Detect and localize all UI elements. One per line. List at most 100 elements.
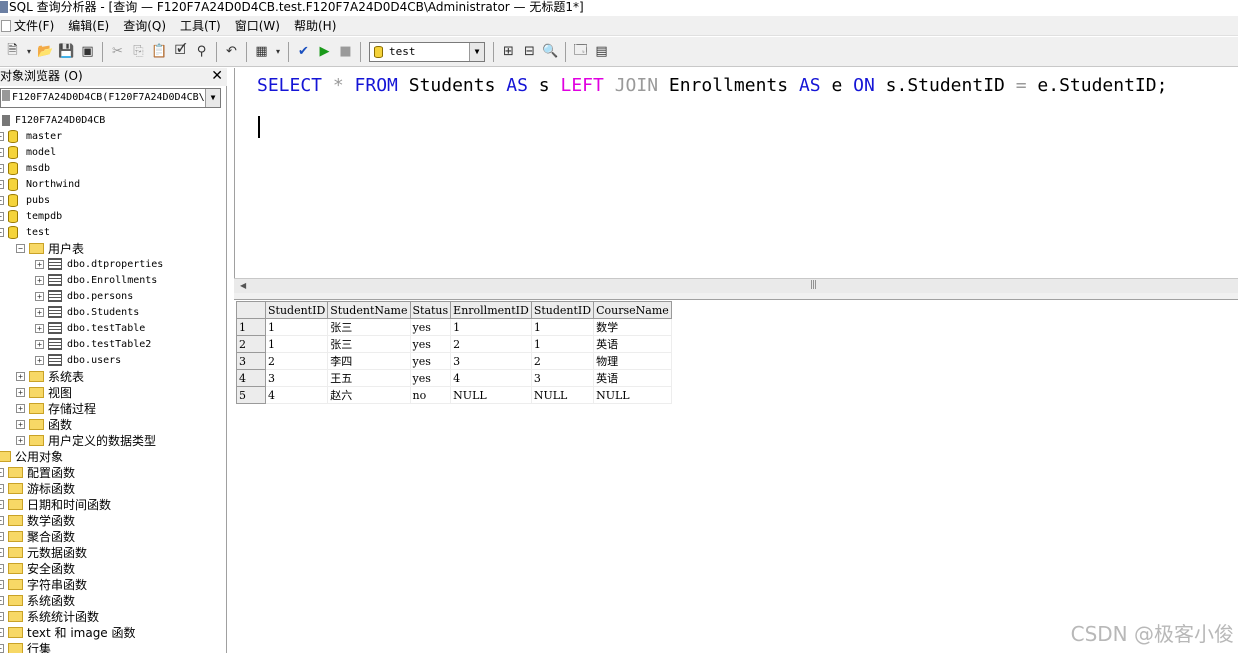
tree-table-enrollments[interactable]: + dbo.Enrollments <box>35 272 157 288</box>
expand-icon[interactable]: + <box>35 291 44 301</box>
tree-db-northwind[interactable]: +Northwind <box>0 176 80 192</box>
expand-icon[interactable]: + <box>0 643 4 653</box>
save-icon[interactable]: 💾 <box>56 41 77 63</box>
expand-icon[interactable]: + <box>0 611 4 621</box>
tree-fn-folder[interactable]: +系统函数 <box>0 592 75 608</box>
paste-icon[interactable]: 📋 <box>149 41 170 63</box>
tree-table-users[interactable]: + dbo.users <box>35 352 121 368</box>
results-mode-dropdown-icon[interactable]: ▾ <box>272 41 284 63</box>
tree-table-persons[interactable]: + dbo.persons <box>35 288 133 304</box>
insert-template-icon[interactable]: ▣ <box>77 41 98 63</box>
column-header[interactable]: StudentID <box>530 301 595 319</box>
tree-fn-folder[interactable]: +日期和时间函数 <box>0 496 111 512</box>
estimated-plan-icon[interactable]: ⊞ <box>498 41 519 63</box>
query-editor[interactable]: SELECT * FROM Students AS s LEFT JOIN En… <box>234 68 1238 278</box>
collapse-icon[interactable]: − <box>0 227 4 237</box>
tree-table-testtable2[interactable]: + dbo.testTable2 <box>35 336 151 352</box>
chevron-down-icon[interactable]: ▼ <box>469 42 484 61</box>
pane-splitter[interactable] <box>234 293 1238 300</box>
menu-edit[interactable]: 编辑(E) <box>68 17 109 34</box>
table-cell[interactable]: 2 <box>531 352 595 370</box>
table-cell[interactable]: 数学 <box>593 318 672 336</box>
row-header-corner[interactable] <box>236 301 266 319</box>
tree-folder-functions[interactable]: + 函数 <box>16 416 72 432</box>
open-folder-icon[interactable]: 📂 <box>35 41 56 63</box>
expand-icon[interactable]: + <box>16 419 25 429</box>
scroll-grip-icon[interactable]: ||| <box>810 280 817 290</box>
expand-icon[interactable]: + <box>16 435 25 445</box>
table-cell[interactable]: 英语 <box>593 335 672 353</box>
table-cell[interactable]: 2 <box>450 335 532 353</box>
new-query-icon[interactable]: 🗎 <box>2 41 23 63</box>
editor-horizontal-scrollbar[interactable]: ◀ ||| <box>234 278 1238 293</box>
document-icon[interactable] <box>1 19 11 32</box>
table-cell[interactable]: 英语 <box>593 369 672 387</box>
expand-icon[interactable]: + <box>35 339 44 349</box>
tree-db-pubs[interactable]: +pubs <box>0 192 50 208</box>
object-search-icon[interactable]: 🔍 <box>540 41 561 63</box>
tree-fn-folder[interactable]: +text 和 image 函数 <box>0 624 136 640</box>
tree-fn-folder[interactable]: +配置函数 <box>0 464 75 480</box>
tree-folder-system-tables[interactable]: + 系统表 <box>16 368 84 384</box>
table-cell[interactable]: 4 <box>265 386 329 404</box>
tree-folder-user-types[interactable]: + 用户定义的数据类型 <box>16 432 156 448</box>
expand-icon[interactable]: + <box>0 467 4 477</box>
expand-icon[interactable]: + <box>0 163 4 173</box>
undo-icon[interactable]: ↶ <box>221 41 242 63</box>
row-number[interactable]: 3 <box>236 352 266 370</box>
column-header[interactable]: EnrollmentID <box>450 301 532 319</box>
column-header[interactable]: StudentName <box>327 301 411 319</box>
scroll-left-icon[interactable]: ◀ <box>240 281 246 290</box>
expand-icon[interactable]: + <box>0 211 4 221</box>
tree-db-master[interactable]: +master <box>0 128 62 144</box>
copy-icon[interactable]: ⎘ <box>128 41 149 63</box>
tree-db-test[interactable]: −test <box>0 224 50 240</box>
table-cell[interactable]: yes <box>410 369 452 387</box>
table-cell[interactable]: 张三 <box>327 318 411 336</box>
tree-folder-stored-procedures[interactable]: + 存储过程 <box>16 400 96 416</box>
table-row[interactable]: 5 4 赵六 no NULL NULL NULL <box>236 386 672 404</box>
chevron-down-icon[interactable]: ▼ <box>205 89 220 107</box>
collapse-icon[interactable]: − <box>16 243 25 253</box>
table-cell[interactable]: yes <box>410 335 452 353</box>
tree-fn-folder[interactable]: +系统统计函数 <box>0 608 99 624</box>
table-row[interactable]: 4 3 王五 yes 4 3 英语 <box>236 369 672 387</box>
show-results-pane-icon[interactable]: ▤ <box>591 41 612 63</box>
column-header[interactable]: CourseName <box>593 301 672 319</box>
expand-icon[interactable]: + <box>35 307 44 317</box>
execute-play-icon[interactable]: ▶ <box>314 41 335 63</box>
database-select[interactable]: test ▼ <box>369 41 485 62</box>
expand-icon[interactable]: + <box>0 483 4 493</box>
expand-icon[interactable]: + <box>0 531 4 541</box>
results-grid-icon[interactable]: ▦ <box>251 41 272 63</box>
tree-fn-folder[interactable]: +行集 <box>0 640 51 653</box>
table-cell[interactable]: yes <box>410 352 452 370</box>
table-cell[interactable]: 1 <box>531 318 595 336</box>
expand-icon[interactable]: + <box>16 403 25 413</box>
menu-file[interactable]: 文件(F) <box>14 17 54 34</box>
clear-window-icon[interactable]: 🗹 <box>170 41 191 63</box>
menu-tools[interactable]: 工具(T) <box>180 17 221 34</box>
tree-fn-folder[interactable]: +字符串函数 <box>0 576 87 592</box>
find-binoculars-icon[interactable]: ⚲ <box>191 41 212 63</box>
table-cell[interactable]: 1 <box>450 318 532 336</box>
close-icon[interactable]: ✕ <box>211 68 223 85</box>
expand-icon[interactable]: + <box>16 371 25 381</box>
table-cell[interactable]: 张三 <box>327 335 411 353</box>
cut-icon[interactable]: ✂ <box>107 41 128 63</box>
expand-icon[interactable]: + <box>0 179 4 189</box>
expand-icon[interactable]: + <box>0 627 4 637</box>
table-row[interactable]: 3 2 李四 yes 3 2 物理 <box>236 352 672 370</box>
tree-server-node[interactable]: F120F7A24D0D4CB <box>2 112 105 128</box>
table-cell[interactable]: 3 <box>531 369 595 387</box>
expand-icon[interactable]: + <box>0 563 4 573</box>
new-dropdown-icon[interactable]: ▾ <box>23 41 35 63</box>
table-cell[interactable]: 2 <box>265 352 329 370</box>
tree-table-students[interactable]: + dbo.Students <box>35 304 139 320</box>
expand-icon[interactable]: + <box>16 387 25 397</box>
table-cell[interactable]: 王五 <box>327 369 411 387</box>
table-cell[interactable]: NULL <box>593 386 672 404</box>
row-number[interactable]: 2 <box>236 335 266 353</box>
table-cell[interactable]: 1 <box>265 335 329 353</box>
tree-fn-folder[interactable]: +元数据函数 <box>0 544 87 560</box>
